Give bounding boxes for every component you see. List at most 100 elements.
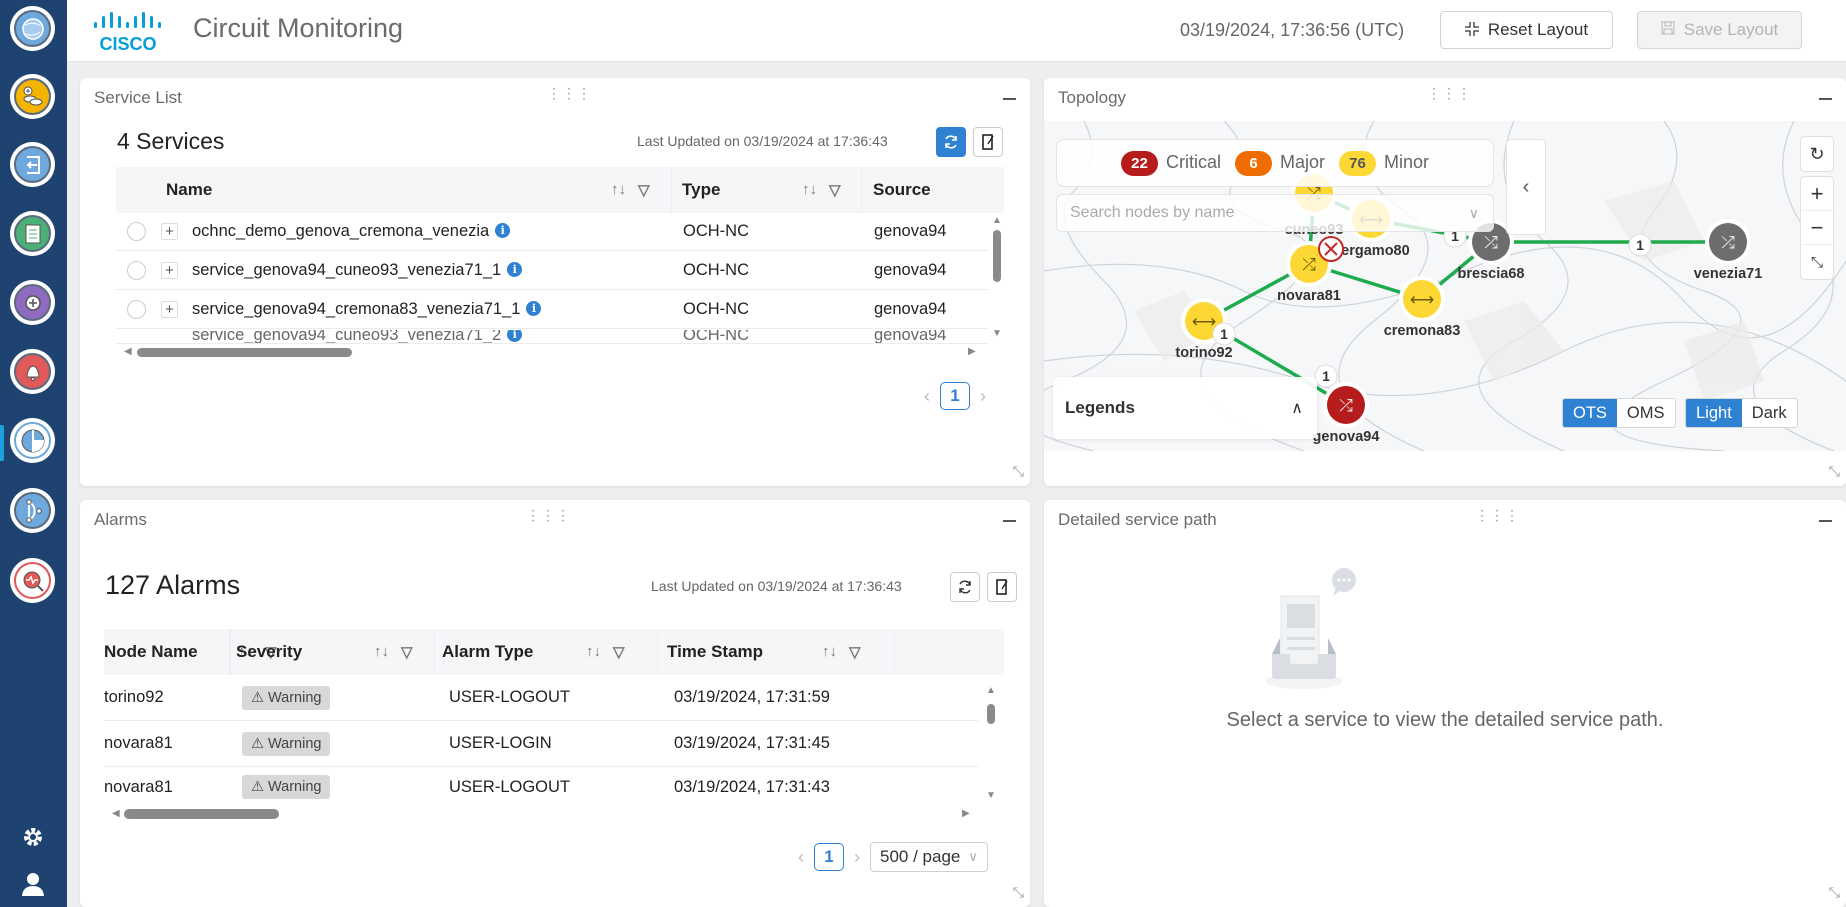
sort-icon[interactable]: ↑↓ <box>611 181 626 199</box>
minimize-button[interactable] <box>1003 98 1016 100</box>
topology-node[interactable]: ⤮ venezia71 <box>1694 219 1763 282</box>
table-row[interactable]: + ochnc_demo_genova_cremona_venezia i OCH… <box>116 213 988 251</box>
refresh-button[interactable] <box>936 127 966 157</box>
topology-map[interactable]: ⤮cuneo93⟷bergamo80⤮brescia68⤮novara81⟷cr… <box>1044 121 1846 451</box>
sort-icon[interactable]: ↑↓ <box>802 181 817 199</box>
sidebar-item-circuit-monitoring[interactable] <box>10 418 55 463</box>
info-icon[interactable]: i <box>526 301 542 316</box>
resize-handle-icon[interactable]: ⤡ <box>1013 884 1024 901</box>
save-layout-label: Save Layout <box>1683 20 1779 39</box>
row-radio[interactable] <box>127 300 146 319</box>
sidebar-item-alarms[interactable] <box>10 349 55 394</box>
minor-summary[interactable]: 76 Minor <box>1339 150 1429 176</box>
alarms-count: 127 Alarms <box>105 570 241 600</box>
refresh-icon <box>945 135 957 149</box>
prev-page-button[interactable]: ‹ <box>924 386 930 407</box>
sidebar-item-path-topology[interactable] <box>10 488 55 533</box>
alarm-summary: 22 Critical 6 Major 76 Minor <box>1056 139 1494 187</box>
theme-dark-button[interactable]: Dark <box>1741 399 1797 427</box>
row-radio[interactable] <box>127 261 146 280</box>
sidebar <box>0 0 67 907</box>
critical-summary[interactable]: 22 Critical <box>1120 150 1221 176</box>
sidebar-item-documents[interactable] <box>10 211 55 256</box>
major-count-badge: 6 <box>1234 150 1272 176</box>
export-button[interactable] <box>973 127 1003 157</box>
next-page-button[interactable]: › <box>980 386 986 407</box>
horizontal-scrollbar[interactable]: ◀ ▶ <box>116 345 988 359</box>
alarms-pagination: ‹ 1 › 500 / page ∨ <box>798 842 988 872</box>
sidebar-item-performance[interactable] <box>10 558 55 603</box>
table-header: Name ↑↓ ▽ Type ↑↓ ▽ Source <box>116 167 1004 213</box>
horizontal-scrollbar[interactable]: ◀ ▶ <box>104 807 978 821</box>
resize-handle-icon[interactable]: ⤡ <box>1829 463 1840 480</box>
refresh-button[interactable] <box>950 572 980 602</box>
resize-handle-icon[interactable]: ⤡ <box>1013 463 1024 480</box>
column-header-type: Type ↑↓ ▽ <box>682 167 862 213</box>
page-number-button[interactable]: 1 <box>940 382 970 410</box>
sidebar-item-home[interactable] <box>10 6 55 51</box>
vertical-scrollbar[interactable]: ▲ ▼ <box>984 675 998 807</box>
node-search-select[interactable]: Search nodes by name ∨ <box>1056 194 1494 232</box>
drag-handle-icon[interactable]: ⋮⋮⋮ <box>547 86 592 100</box>
page-size-select[interactable]: 500 / page ∨ <box>870 842 988 872</box>
legends-toggle[interactable]: Legends ∧ <box>1053 377 1317 439</box>
info-icon[interactable]: i <box>495 223 511 238</box>
sort-icon[interactable]: ↑↓ <box>586 643 601 661</box>
filter-icon[interactable]: ▽ <box>849 643 861 661</box>
info-icon[interactable]: i <box>507 262 523 277</box>
node-alarm-cross-icon[interactable] <box>1318 236 1344 262</box>
sidebar-item-resources[interactable] <box>10 74 55 119</box>
drag-handle-icon[interactable]: ⋮⋮⋮ <box>526 508 571 522</box>
topology-node[interactable]: ⟷ cremona83 <box>1384 276 1461 339</box>
node-label: genova94 <box>1313 429 1380 445</box>
sort-icon[interactable]: ↑↓ <box>822 643 837 661</box>
zoom-in-button[interactable]: + <box>1800 177 1834 211</box>
collapse-arrows-icon: ⤡ <box>1810 253 1823 271</box>
reset-layout-label: Reset Layout <box>1487 20 1589 39</box>
vertical-scrollbar[interactable]: ▲ ▼ <box>990 213 1004 344</box>
collapse-panel-button[interactable]: ‹ <box>1506 139 1546 235</box>
minimize-button[interactable] <box>1003 520 1016 522</box>
theme-light-button[interactable]: Light <box>1686 399 1742 427</box>
prev-page-button[interactable]: ‹ <box>798 847 804 868</box>
table-row[interactable]: + service_genova94_cremona83_venezia71_1… <box>116 291 988 329</box>
resize-handle-icon[interactable]: ⤡ <box>1829 884 1840 901</box>
table-row[interactable]: + service_genova94_cuneo93_venezia71_1 i … <box>116 252 988 290</box>
page-number-button[interactable]: 1 <box>814 843 844 871</box>
table-row[interactable]: novara81 ⚠ Warning USER-LOGIN 03/19/2024,… <box>104 721 978 767</box>
table-row[interactable]: service_genova94_cuneo93_venezia71_2 i OC… <box>116 330 988 344</box>
minimize-button[interactable] <box>1819 520 1832 522</box>
major-summary[interactable]: 6 Major <box>1234 150 1325 176</box>
sort-icon[interactable]: ↑↓ <box>374 643 389 661</box>
sidebar-item-import[interactable] <box>10 142 55 187</box>
map-refresh-button[interactable]: ↻ <box>1800 137 1834 171</box>
info-icon[interactable]: i <box>507 330 523 342</box>
drag-handle-icon[interactable]: ⋮⋮⋮ <box>1427 86 1472 100</box>
save-layout-button[interactable]: Save Layout <box>1637 11 1802 49</box>
expand-row-icon[interactable]: + <box>161 301 178 318</box>
filter-icon[interactable]: ▽ <box>613 643 625 661</box>
reset-layout-button[interactable]: Reset Layout <box>1440 11 1613 49</box>
layer-oms-button[interactable]: OMS <box>1616 399 1675 427</box>
node-label: brescia68 <box>1458 266 1525 282</box>
settings-button[interactable] <box>18 822 48 852</box>
table-row[interactable]: torino92 ⚠ Warning USER-LOGOUT 03/19/2024… <box>104 675 978 721</box>
refresh-icon <box>959 580 971 594</box>
row-radio[interactable] <box>127 222 146 241</box>
zoom-out-button[interactable]: − <box>1800 211 1834 245</box>
sidebar-item-circuit-create[interactable] <box>10 280 55 325</box>
fit-view-button[interactable]: ⤡ <box>1800 245 1834 279</box>
layer-ots-button[interactable]: OTS <box>1563 399 1617 427</box>
expand-row-icon[interactable]: + <box>161 262 178 279</box>
user-profile-button[interactable] <box>18 869 48 899</box>
expand-row-icon[interactable]: + <box>161 223 178 240</box>
next-page-button[interactable]: › <box>854 847 860 868</box>
drag-handle-icon[interactable]: ⋮⋮⋮ <box>1475 508 1520 522</box>
filter-icon[interactable]: ▽ <box>401 643 413 661</box>
severity-badge: ⚠ Warning <box>242 731 331 756</box>
table-row[interactable]: novara81 ⚠ Warning USER-LOGOUT 03/19/2024… <box>104 767 978 807</box>
minimize-button[interactable] <box>1819 98 1832 100</box>
filter-icon[interactable]: ▽ <box>829 181 841 199</box>
export-button[interactable] <box>987 572 1017 602</box>
filter-icon[interactable]: ▽ <box>638 181 650 199</box>
